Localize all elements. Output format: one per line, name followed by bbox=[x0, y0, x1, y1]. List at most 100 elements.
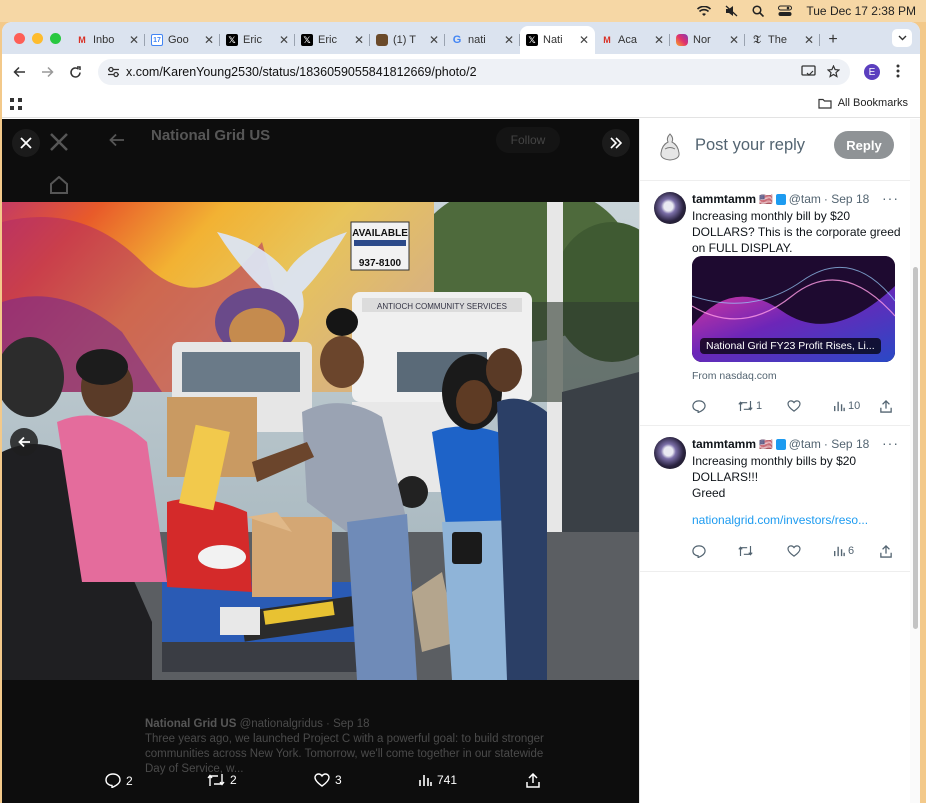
tab-x-eric-2[interactable]: 𝕏 Eric ✕ bbox=[295, 26, 370, 54]
control-center-icon[interactable] bbox=[778, 5, 793, 17]
author-handle[interactable]: @tam bbox=[789, 437, 821, 451]
tweet-date[interactable]: · Sep 18 bbox=[824, 437, 869, 451]
background-account-name: National Grid US bbox=[151, 127, 271, 144]
tweet-text-line: Increasing monthly bills by $20 DOLLARS!… bbox=[692, 454, 857, 484]
profile-avatar[interactable]: E bbox=[864, 64, 880, 80]
bookmark-star-icon[interactable] bbox=[827, 65, 840, 78]
share-action[interactable] bbox=[526, 773, 540, 788]
reply-input[interactable]: Post your reply bbox=[695, 136, 805, 155]
zoom-window-button[interactable] bbox=[50, 33, 61, 44]
address-bar[interactable]: x.com/KarenYoung2530/status/183605905584… bbox=[98, 59, 850, 85]
previous-photo-button[interactable] bbox=[10, 428, 38, 456]
views-action[interactable]: 741 bbox=[418, 773, 457, 787]
avatar[interactable] bbox=[654, 192, 686, 224]
share-action[interactable] bbox=[880, 400, 892, 413]
tweet-text-line: Greed bbox=[692, 486, 726, 500]
apps-grid-icon[interactable] bbox=[10, 98, 22, 110]
macos-menubar: Tue Dec 17 2:38 PM bbox=[0, 0, 926, 22]
tab-gmail-inbox[interactable]: M Inbo ✕ bbox=[70, 26, 145, 54]
spotlight-search-icon[interactable] bbox=[752, 5, 765, 17]
url-text[interactable]: x.com/KarenYoung2530/status/183605905584… bbox=[126, 65, 477, 79]
minimize-window-button[interactable] bbox=[32, 33, 43, 44]
forward-button[interactable] bbox=[39, 64, 55, 80]
x-logo-icon bbox=[50, 133, 68, 151]
views-action[interactable]: 6 bbox=[833, 545, 854, 557]
more-vertical-icon[interactable] bbox=[896, 64, 900, 78]
author-handle[interactable]: @tam bbox=[789, 192, 821, 206]
close-tab-icon[interactable]: ✕ bbox=[429, 33, 439, 47]
x-logo-icon: 𝕏 bbox=[226, 34, 238, 46]
close-tab-icon[interactable]: ✕ bbox=[129, 33, 139, 47]
more-options-icon[interactable]: ··· bbox=[882, 190, 899, 206]
close-tab-icon[interactable]: ✕ bbox=[654, 33, 664, 47]
share-icon bbox=[526, 773, 540, 788]
reply-action[interactable] bbox=[692, 400, 709, 413]
author-name[interactable]: tammtamm bbox=[692, 437, 756, 451]
reply-count: 2 bbox=[126, 773, 133, 788]
new-tab-button[interactable]: + bbox=[822, 26, 844, 54]
cast-icon[interactable] bbox=[801, 65, 816, 78]
reply-icon bbox=[692, 545, 706, 558]
reply-icon bbox=[105, 773, 121, 788]
tweet-link[interactable]: nationalgrid.com/investors/reso... bbox=[692, 513, 868, 527]
share-action[interactable] bbox=[880, 545, 892, 558]
tweet-photo[interactable]: AVAILABLE 937-8100 ANTIOCH COMMUNITY SER… bbox=[2, 202, 639, 680]
tab-notification[interactable]: (1) T ✕ bbox=[370, 26, 445, 54]
tab-search-button[interactable] bbox=[892, 29, 912, 47]
tweet-date[interactable]: · Sep 18 bbox=[824, 192, 869, 206]
repost-action[interactable] bbox=[738, 545, 756, 557]
author-name[interactable]: tammtamm bbox=[692, 192, 756, 206]
sign-phone-text: 937-8100 bbox=[359, 258, 402, 269]
site-settings-icon[interactable] bbox=[107, 66, 120, 78]
instagram-icon bbox=[676, 34, 688, 46]
all-bookmarks-button[interactable]: All Bookmarks bbox=[818, 97, 908, 109]
views-action[interactable]: 10 bbox=[833, 400, 860, 412]
reply-action[interactable] bbox=[692, 545, 709, 558]
reply-tweet[interactable]: tammtamm 🇺🇸 @tam · Sep 18 ··· Increasing… bbox=[640, 182, 910, 426]
more-options-icon[interactable]: ··· bbox=[882, 435, 899, 451]
link-preview-card[interactable]: National Grid FY23 Profit Rises, Li... bbox=[692, 256, 895, 362]
close-tab-icon[interactable]: ✕ bbox=[504, 33, 514, 47]
close-tab-icon[interactable]: ✕ bbox=[579, 33, 589, 47]
tab-gmail-academic[interactable]: M Aca ✕ bbox=[595, 26, 670, 54]
close-window-button[interactable] bbox=[14, 33, 25, 44]
toggle-replies-button[interactable] bbox=[602, 129, 630, 157]
like-action[interactable]: 3 bbox=[314, 773, 342, 787]
share-icon bbox=[880, 400, 892, 413]
reply-tweet[interactable]: tammtamm 🇺🇸 @tam · Sep 18 ··· Increasing… bbox=[640, 427, 910, 572]
close-viewer-button[interactable] bbox=[12, 129, 40, 157]
avatar[interactable] bbox=[654, 437, 686, 469]
tab-instagram[interactable]: Nor ✕ bbox=[670, 26, 745, 54]
analytics-icon bbox=[834, 401, 845, 412]
repost-action[interactable]: 2 bbox=[207, 773, 237, 787]
reload-icon bbox=[69, 65, 81, 78]
close-tab-icon[interactable]: ✕ bbox=[354, 33, 364, 47]
repost-icon bbox=[207, 774, 225, 786]
tab-google-calendar[interactable]: 17 Goo ✕ bbox=[145, 26, 220, 54]
views-count: 741 bbox=[437, 773, 458, 787]
card-source[interactable]: From nasdaq.com bbox=[692, 370, 777, 382]
like-action[interactable] bbox=[787, 400, 804, 412]
close-tab-icon[interactable]: ✕ bbox=[279, 33, 289, 47]
chevron-down-icon bbox=[898, 35, 906, 41]
reply-action[interactable]: 2 bbox=[105, 773, 133, 788]
browser-toolbar: x.com/KarenYoung2530/status/183605905584… bbox=[2, 54, 920, 90]
reply-button[interactable]: Reply bbox=[834, 131, 894, 159]
close-tab-icon[interactable]: ✕ bbox=[804, 33, 814, 47]
like-count: 3 bbox=[335, 773, 342, 787]
scrollbar-thumb[interactable] bbox=[913, 267, 918, 629]
reload-button[interactable] bbox=[67, 64, 83, 80]
mute-speaker-icon[interactable] bbox=[725, 5, 738, 17]
tab-national-grid-active[interactable]: 𝕏 Nati ✕ bbox=[520, 26, 595, 54]
repost-action[interactable]: 1 bbox=[738, 400, 762, 412]
tab-x-eric-1[interactable]: 𝕏 Eric ✕ bbox=[220, 26, 295, 54]
close-tab-icon[interactable]: ✕ bbox=[204, 33, 214, 47]
tab-nyt[interactable]: 𝔗 The ✕ bbox=[745, 26, 820, 54]
menubar-clock[interactable]: Tue Dec 17 2:38 PM bbox=[806, 4, 916, 18]
wifi-icon[interactable] bbox=[697, 5, 712, 17]
back-button[interactable] bbox=[11, 64, 27, 80]
close-tab-icon[interactable]: ✕ bbox=[729, 33, 739, 47]
like-action[interactable] bbox=[787, 545, 804, 557]
verified-badge-icon bbox=[775, 438, 786, 450]
tab-google-search[interactable]: G nati ✕ bbox=[445, 26, 520, 54]
